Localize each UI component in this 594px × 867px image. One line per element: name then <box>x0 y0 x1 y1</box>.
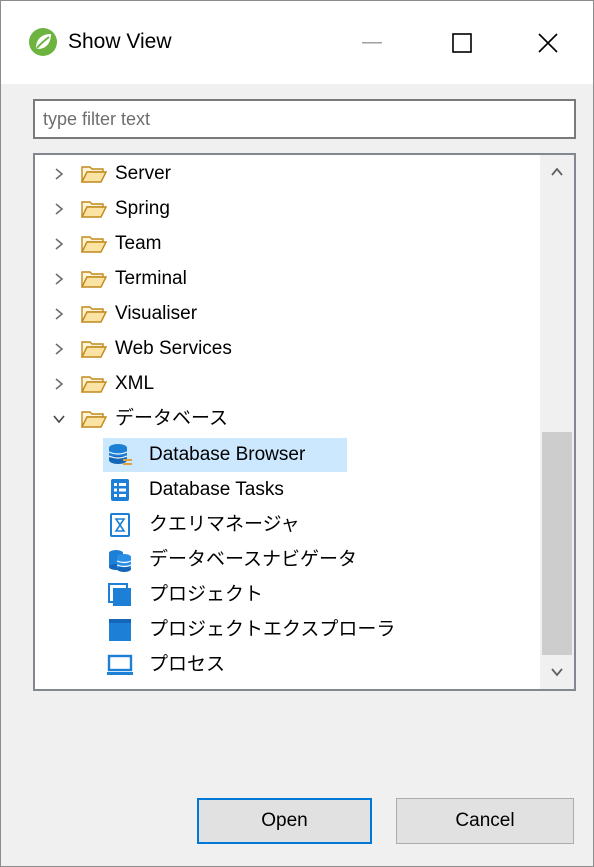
chevron-down-icon[interactable] <box>49 409 69 429</box>
tree-item-label: Team <box>115 233 162 254</box>
tree-item-team[interactable]: Team <box>35 227 540 261</box>
database-tasks-icon <box>107 477 133 503</box>
tree-item-web-services[interactable]: Web Services <box>35 332 540 366</box>
tree-item-database-navigator[interactable]: データベースナビゲータ <box>35 543 540 577</box>
chevron-right-icon[interactable] <box>49 199 69 219</box>
folder-open-icon <box>81 406 107 432</box>
tree-item-label: Web Services <box>115 338 232 359</box>
close-icon <box>538 32 558 53</box>
tree-item-label: Spring <box>115 198 170 219</box>
maximize-button[interactable] <box>417 1 507 84</box>
scroll-down-button[interactable] <box>540 655 574 689</box>
folder-icon <box>81 336 107 362</box>
filter-input[interactable] <box>33 99 576 139</box>
tree-item-label: Database Tasks <box>149 479 284 500</box>
maximize-icon <box>452 32 472 53</box>
chevron-right-icon[interactable] <box>49 269 69 289</box>
folder-icon <box>81 266 107 292</box>
tree-item-label: プロジェクト <box>149 584 264 605</box>
minimize-button[interactable] <box>327 1 417 84</box>
tree-item-server[interactable]: Server <box>35 157 540 191</box>
tree-item-database-browser[interactable]: Database Browser <box>35 438 540 472</box>
chevron-right-icon[interactable] <box>49 234 69 254</box>
close-button[interactable] <box>503 1 593 84</box>
project-icon <box>107 582 133 608</box>
tree-item-project-explorer[interactable]: プロジェクトエクスプローラ <box>35 613 540 647</box>
project-explorer-icon <box>107 617 133 643</box>
tree-item-label: Database Browser <box>149 444 306 465</box>
tree-item-label: データベース <box>115 408 229 429</box>
folder-icon <box>81 301 107 327</box>
tree-item-query-manager[interactable]: クエリマネージャ <box>35 508 540 542</box>
tree-item-label: Visualiser <box>115 303 198 324</box>
tree-item-label: XML <box>115 373 155 394</box>
tree-item-label: Terminal <box>115 268 187 289</box>
query-manager-icon <box>107 512 133 538</box>
chevron-right-icon[interactable] <box>49 304 69 324</box>
tree-item-xml[interactable]: XML <box>35 367 540 401</box>
tree-item-label: データベースナビゲータ <box>149 549 358 570</box>
folder-icon <box>81 371 107 397</box>
chevron-up-icon <box>551 167 563 176</box>
chevron-right-icon[interactable] <box>49 164 69 184</box>
title-bar[interactable]: Show View <box>1 1 593 84</box>
vertical-scrollbar[interactable] <box>540 155 574 689</box>
view-tree[interactable]: Server Spring Team Terminal Visualiser W… <box>33 153 576 691</box>
tree-item-database[interactable]: データベース <box>35 402 540 436</box>
scroll-up-button[interactable] <box>540 155 574 189</box>
tree-item-label: プロセス <box>149 654 226 675</box>
open-button[interactable]: Open <box>197 798 372 844</box>
cancel-button[interactable]: Cancel <box>396 798 574 844</box>
tree-item-project[interactable]: プロジェクト <box>35 578 540 612</box>
window-title: Show View <box>68 30 172 53</box>
spring-leaf-icon <box>29 28 57 56</box>
process-icon <box>107 652 133 678</box>
tree-item-database-tasks[interactable]: Database Tasks <box>35 473 540 507</box>
folder-icon <box>81 161 107 187</box>
scroll-thumb[interactable] <box>542 432 572 655</box>
tree-item-label: Server <box>115 163 171 184</box>
minimize-icon <box>362 41 382 43</box>
database-navigator-icon <box>107 547 133 573</box>
chevron-down-icon <box>551 668 563 677</box>
chevron-right-icon[interactable] <box>49 374 69 394</box>
tree-item-terminal[interactable]: Terminal <box>35 262 540 296</box>
folder-icon <box>81 231 107 257</box>
show-view-dialog: Show View Server <box>0 0 594 867</box>
folder-icon <box>81 196 107 222</box>
tree-item-label: プロジェクトエクスプローラ <box>149 619 396 640</box>
tree-item-visualiser[interactable]: Visualiser <box>35 297 540 331</box>
chevron-right-icon[interactable] <box>49 339 69 359</box>
tree-item-process[interactable]: プロセス <box>35 648 540 682</box>
database-browser-icon <box>107 442 133 468</box>
tree-item-label: クエリマネージャ <box>149 514 300 535</box>
tree-item-spring[interactable]: Spring <box>35 192 540 226</box>
